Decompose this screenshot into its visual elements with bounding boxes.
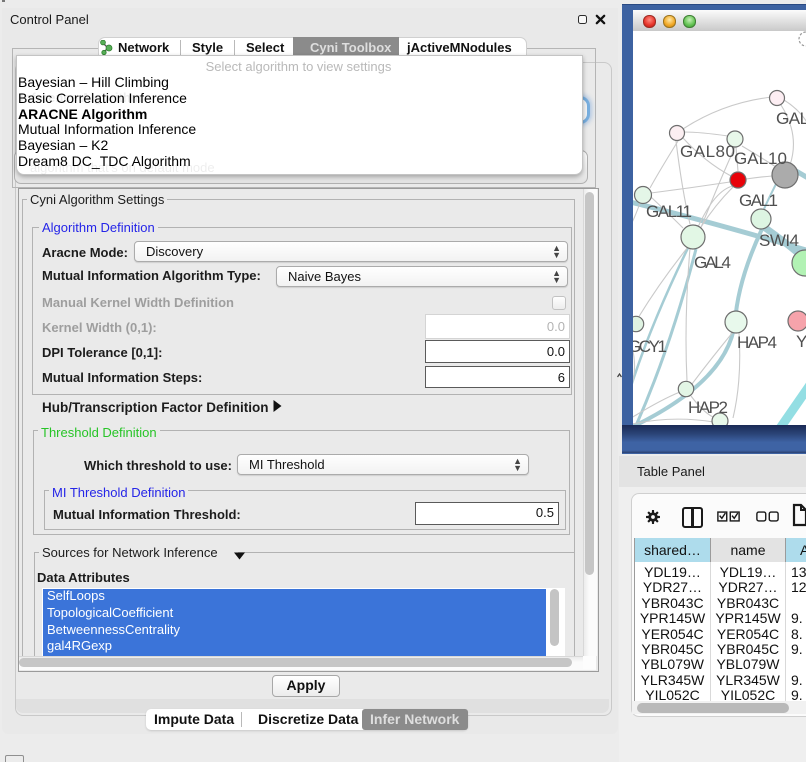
- svg-text:GAL80: GAL80: [680, 142, 735, 161]
- svg-text:GAL4: GAL4: [694, 253, 731, 272]
- svg-text:GAL7: GAL7: [776, 109, 806, 128]
- svg-text:GAL1: GAL1: [739, 191, 778, 210]
- svg-text:HAP2: HAP2: [688, 398, 728, 417]
- svg-text:GAL10: GAL10: [734, 149, 787, 168]
- svg-text:GAL11: GAL11: [646, 202, 692, 221]
- svg-text:HAP4: HAP4: [737, 333, 777, 352]
- svg-text:SWI4: SWI4: [759, 231, 799, 250]
- svg-text:Y: Y: [796, 332, 806, 351]
- svg-text:GCY1: GCY1: [633, 337, 667, 356]
